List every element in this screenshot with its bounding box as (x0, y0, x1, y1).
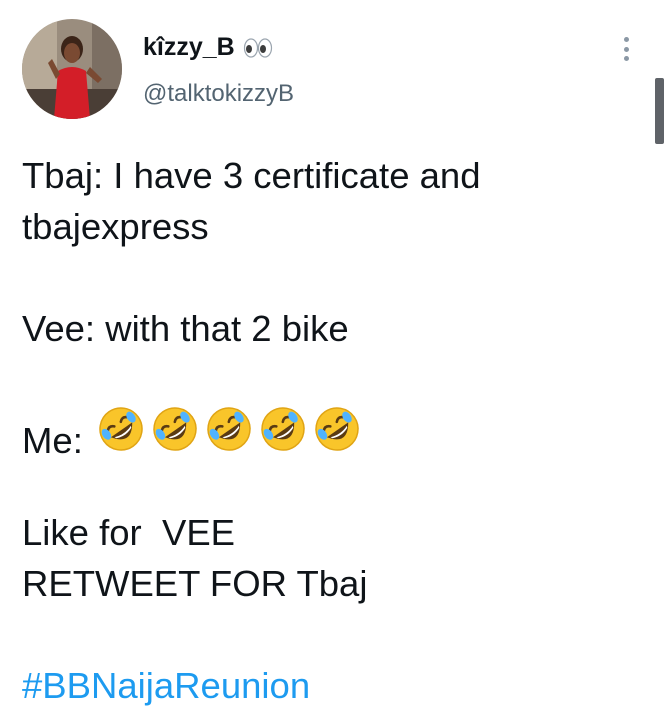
eyes-icon (243, 37, 273, 59)
tweet-text: Tbaj: I have 3 certificate and tbajexpre… (22, 150, 642, 711)
hashtag-link[interactable]: #BBNaijaReunion (22, 660, 642, 711)
more-options-button[interactable] (614, 33, 638, 65)
display-name-row[interactable]: kîzzy_B (143, 33, 273, 62)
avatar[interactable] (22, 19, 122, 119)
emoji-row (97, 405, 361, 453)
tweet-line: Tbaj: I have 3 certificate and (22, 155, 481, 196)
rolling-on-floor-laughing-icon (153, 407, 197, 451)
rolling-on-floor-laughing-icon (207, 407, 251, 451)
rolling-on-floor-laughing-icon (99, 407, 143, 451)
tweet-line: RETWEET FOR Tbaj (22, 563, 368, 604)
tweet: kîzzy_B @talktokizzyB Tbaj: I have 3 cer… (0, 0, 664, 721)
tweet-line: tbajexpress (22, 206, 209, 247)
avatar-image (22, 19, 122, 119)
more-dot (623, 56, 629, 61)
tweet-line: Vee: with that 2 bike (22, 308, 349, 349)
rolling-on-floor-laughing-icon (261, 407, 305, 451)
tweet-line-emoji: Me: (22, 405, 642, 461)
more-dot (623, 46, 629, 52)
rolling-on-floor-laughing-icon (315, 407, 359, 451)
author-handle[interactable]: @talktokizzyB (143, 80, 294, 108)
display-name[interactable]: kîzzy_B (143, 33, 235, 62)
tweet-line-prefix: Me: (22, 420, 83, 461)
scrollbar-thumb[interactable] (655, 78, 664, 144)
tweet-line: Like for VEE (22, 512, 236, 553)
more-vertical-icon (623, 37, 629, 42)
